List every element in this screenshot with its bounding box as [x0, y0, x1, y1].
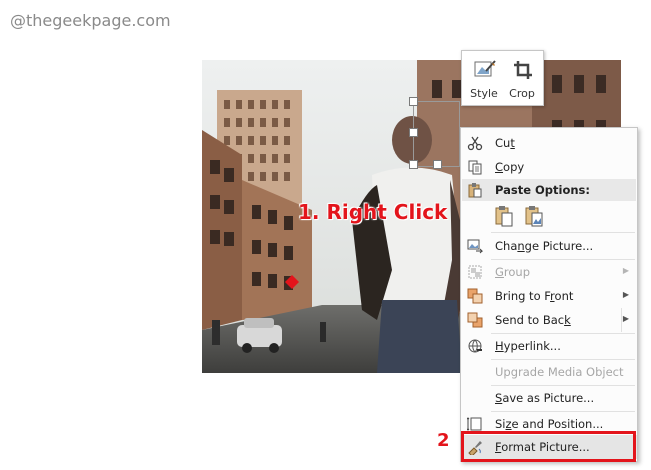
menu-separator [491, 232, 635, 233]
paste-icon [468, 183, 482, 198]
size-position-icon [467, 417, 482, 431]
send-to-back-icon [467, 312, 483, 328]
group-icon [468, 265, 482, 279]
menu-item-label: Save as Picture... [495, 391, 595, 405]
menu-item-label: Change Picture... [495, 239, 594, 253]
resize-handle[interactable] [409, 97, 418, 106]
crop-icon [514, 61, 532, 79]
paste-clipboard-icon [495, 206, 513, 227]
format-picture-highlight [461, 431, 636, 462]
menu-item-upgrade-media-object[interactable]: Upgrade Media Object [461, 360, 637, 384]
paste-as-picture-button[interactable] [523, 204, 545, 228]
watermark: @thegeekpage.com [10, 11, 171, 30]
style-button[interactable]: Style [465, 55, 503, 101]
context-menu: Cut Copy Paste Options: Change Picture..… [460, 127, 638, 462]
menu-item-bring-to-front[interactable]: Bring to Front ▶ [461, 284, 637, 308]
menu-item-label: Bring to Front [495, 289, 574, 303]
menu-item-label: Send to Back [495, 313, 571, 327]
menu-item-label: Size and Position... [495, 417, 604, 431]
submenu-arrow-icon: ▶ [622, 314, 629, 323]
resize-handle[interactable] [433, 160, 442, 169]
menu-item-label: Group [495, 265, 531, 279]
menu-item-copy[interactable]: Copy [461, 155, 637, 179]
hyperlink-icon [468, 339, 482, 353]
menu-item-change-picture[interactable]: Change Picture... [461, 234, 637, 258]
paste-picture-icon [525, 206, 543, 227]
resize-handle[interactable] [409, 128, 418, 137]
menu-item-group[interactable]: Group ▶ [461, 260, 637, 284]
menu-item-cut[interactable]: Cut [461, 131, 637, 155]
style-label: Style [470, 87, 498, 100]
crop-label: Crop [509, 87, 535, 100]
resize-handle[interactable] [409, 160, 418, 169]
submenu-arrow-icon: ▶ [622, 290, 629, 299]
paste-options-header: Paste Options: [462, 179, 636, 201]
paste-keep-formatting-button[interactable] [493, 204, 515, 228]
menu-item-label: Upgrade Media Object [495, 365, 624, 379]
picture-style-icon [474, 60, 496, 77]
menu-item-label: Copy [495, 160, 525, 174]
selection-frame [413, 101, 460, 167]
bring-to-front-icon [467, 288, 483, 304]
menu-item-label: Hyperlink... [495, 339, 561, 353]
copy-icon [468, 160, 482, 175]
step1-annotation: 1. Right Click [298, 200, 448, 224]
menu-item-send-to-back[interactable]: Send to Back ▶ [461, 308, 637, 332]
change-picture-icon [467, 239, 483, 254]
submenu-arrow-icon: ▶ [622, 266, 629, 275]
mini-toolbar: Style Crop [461, 50, 544, 106]
step2-annotation: 2 [437, 430, 450, 451]
menu-item-label: Cut [495, 136, 515, 150]
scissors-icon [467, 136, 483, 151]
crop-button[interactable]: Crop [503, 55, 541, 101]
menu-item-save-as-picture[interactable]: Save as Picture... [461, 386, 637, 410]
menu-item-hyperlink[interactable]: Hyperlink... [461, 334, 637, 358]
